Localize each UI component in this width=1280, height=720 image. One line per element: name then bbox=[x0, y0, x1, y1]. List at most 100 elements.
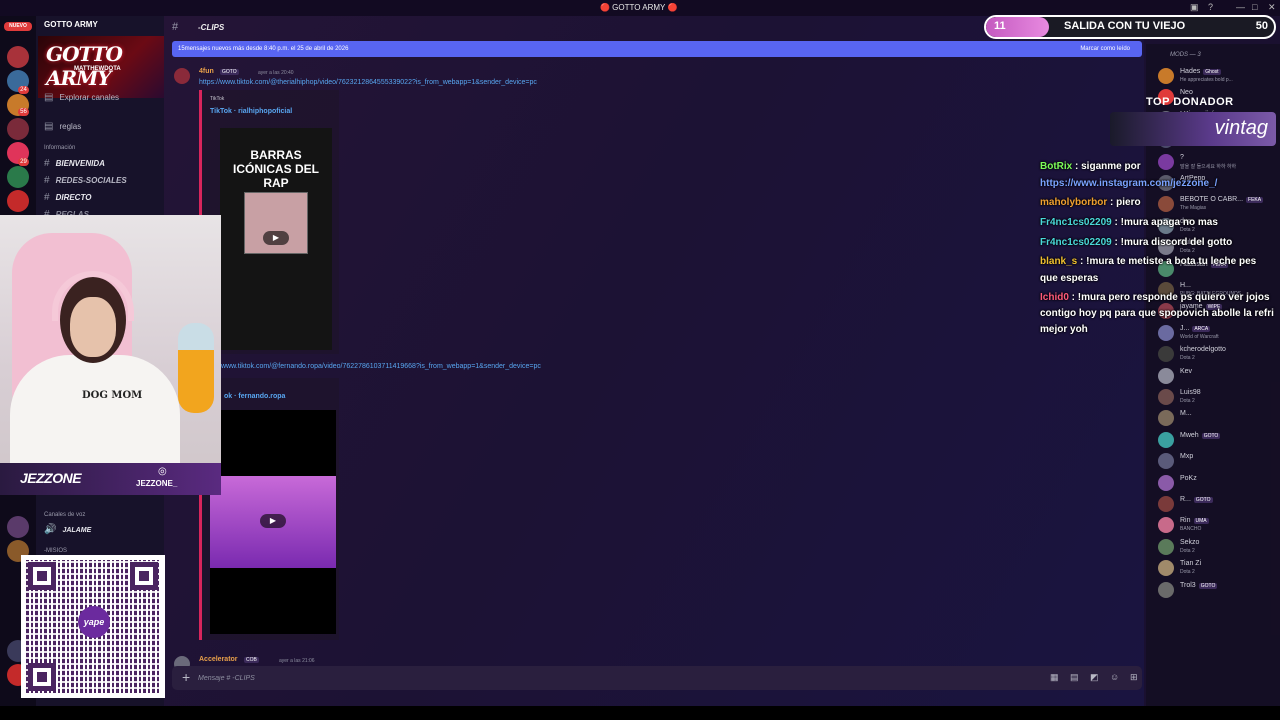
video-thumbnail[interactable]: BARRAS ICÓNICAS DEL RAP ▶ bbox=[220, 128, 332, 350]
member-item[interactable]: Hades Ghost He appreciates bold p... bbox=[1146, 66, 1280, 86]
member-badge: ARCA bbox=[1192, 325, 1211, 332]
embed-title[interactable]: TikTok · rialhiphopoficial bbox=[210, 108, 292, 115]
speaker-icon: 🔊 bbox=[44, 524, 57, 535]
overlay-chat-text: contigo hoy pq para que spopovich abolle… bbox=[1040, 308, 1274, 319]
window-title: 🔴 GOTTO ARMY 🔴 bbox=[600, 3, 678, 12]
member-name-row: Mweh GOTO bbox=[1180, 431, 1221, 439]
channel-label: DIRECTO bbox=[55, 193, 92, 202]
member-name: Rin bbox=[1180, 517, 1191, 525]
server-icon[interactable] bbox=[7, 166, 29, 188]
gif-icon[interactable]: ▤ bbox=[1070, 672, 1079, 683]
member-name: PoKz bbox=[1180, 474, 1197, 482]
overlay-chat-user: Fr4nc1cs02209 bbox=[1040, 237, 1112, 248]
embed-provider: TikTok bbox=[210, 96, 225, 102]
maximize-icon[interactable]: □ bbox=[1252, 2, 1257, 12]
emoji-icon[interactable]: ☺ bbox=[1110, 672, 1119, 682]
avatar bbox=[1158, 453, 1174, 470]
goal-current: 11 bbox=[994, 20, 1006, 32]
member-status: The Magias bbox=[1180, 205, 1207, 212]
member-item[interactable]: Rin UMA BANCHO bbox=[1146, 515, 1280, 535]
overlay-chat-line: Ichid0 : !mura pero responde ps quiero v… bbox=[1040, 292, 1270, 303]
member-status: He appreciates bold p... bbox=[1180, 77, 1233, 83]
inbox-icon[interactable]: ▣ bbox=[1190, 2, 1199, 13]
server-icon[interactable] bbox=[7, 190, 29, 212]
qr-finder bbox=[28, 562, 56, 590]
member-name: Mxp bbox=[1180, 453, 1194, 461]
help-icon[interactable]: ? bbox=[1208, 2, 1213, 12]
avatar bbox=[1158, 367, 1174, 384]
qr-finder bbox=[28, 663, 56, 691]
member-item[interactable]: J... ARCA World of Warcraft bbox=[1146, 323, 1280, 343]
member-item[interactable]: R... GOTO bbox=[1146, 494, 1280, 514]
overlay-chat-user: BotRix bbox=[1040, 161, 1073, 172]
category-voice[interactable]: Canales de voz bbox=[44, 512, 85, 518]
member-item[interactable]: M... bbox=[1146, 408, 1280, 428]
member-name-row: BEBOTE O CABR... FEKA bbox=[1180, 196, 1264, 204]
avatar bbox=[1158, 389, 1174, 405]
play-icon[interactable]: ▶ bbox=[263, 231, 289, 245]
voice-channel-jalame[interactable]: 🔊 JALAME bbox=[44, 524, 91, 535]
embed-title[interactable]: ok · fernando.ropa bbox=[224, 393, 285, 400]
member-item[interactable]: Mweh GOTO bbox=[1146, 430, 1280, 450]
overlay-chat-line: Fr4nc1cs02209 : !mura discord del gotto bbox=[1040, 237, 1232, 248]
member-name-row: Luis98 bbox=[1180, 389, 1201, 396]
streamer-name: JEZZONE bbox=[20, 470, 82, 486]
member-badge: GOTO bbox=[1198, 582, 1218, 589]
server-icon[interactable] bbox=[7, 118, 29, 140]
mark-read-button[interactable]: Marcar como leído bbox=[1080, 46, 1130, 52]
avatar[interactable] bbox=[174, 68, 190, 84]
server-name[interactable]: GOTTO ARMY bbox=[44, 20, 98, 29]
member-item[interactable]: ? 말을 잘 들으세요 하하 하하 bbox=[1146, 152, 1280, 172]
category-info[interactable]: Información bbox=[44, 145, 75, 151]
overlay-chat-line: mejor yoh bbox=[1040, 324, 1088, 335]
channel-label: reglas bbox=[59, 122, 82, 131]
server-icon[interactable] bbox=[7, 46, 29, 68]
instagram-handle: JEZZONE_ bbox=[136, 479, 178, 488]
member-item[interactable]: Kev bbox=[1146, 366, 1280, 386]
member-item[interactable]: kcherodelgotto Dota 2 bbox=[1146, 344, 1280, 364]
minimize-icon[interactable]: — bbox=[1236, 2, 1245, 12]
channel-redes-sociales[interactable]: # REDES-SOCIALES bbox=[44, 175, 127, 186]
member-item[interactable]: Luis98 Dota 2 bbox=[1146, 387, 1280, 407]
member-item[interactable]: PoKz bbox=[1146, 473, 1280, 493]
message-input[interactable] bbox=[198, 670, 1018, 686]
explore-icon: ▤ bbox=[44, 92, 54, 103]
channel-reglas[interactable]: ▤ reglas bbox=[44, 121, 81, 132]
category-misios[interactable]: -MISIOS bbox=[44, 548, 67, 554]
overlay-chat-line: que esperas bbox=[1040, 273, 1098, 284]
message-author[interactable]: 4fun bbox=[199, 68, 214, 75]
member-item[interactable]: BEBOTE O CABR... FEKA The Magias bbox=[1146, 194, 1280, 214]
avatar bbox=[1158, 431, 1174, 448]
video-thumbnail[interactable]: ▶ bbox=[210, 410, 336, 634]
close-icon[interactable]: ✕ bbox=[1268, 2, 1276, 13]
new-messages-bar[interactable]: 15mensajes nuevos más desde 8:40 p.m. el… bbox=[172, 41, 1142, 57]
member-item[interactable]: Sekzo Dota 2 bbox=[1146, 537, 1280, 557]
member-name-row: Mxp bbox=[1180, 453, 1193, 460]
avatar bbox=[1158, 324, 1174, 341]
member-status: World of Warcraft bbox=[1180, 333, 1219, 340]
server-icon[interactable] bbox=[7, 516, 29, 538]
apps-icon[interactable]: ⊞ bbox=[1130, 672, 1138, 683]
member-item[interactable]: Tian Zi Dota 2 bbox=[1146, 558, 1280, 578]
channel-label: JALAME bbox=[62, 527, 92, 534]
message-author[interactable]: Accelerator bbox=[199, 656, 238, 663]
streamer-nameplate: JEZZONE ◎ JEZZONE_ bbox=[0, 463, 221, 495]
play-icon[interactable]: ▶ bbox=[260, 514, 286, 528]
member-name-row: PoKz bbox=[1180, 475, 1197, 482]
member-name: Mweh bbox=[1180, 431, 1199, 439]
message-link[interactable]: www.tiktok.com/@fernando.ropa/video/7622… bbox=[221, 363, 541, 370]
channel-bienvenida[interactable]: # BIENVENIDA bbox=[44, 158, 105, 169]
message-link[interactable]: https://www.tiktok.com/@therialhiphop/vi… bbox=[199, 79, 537, 86]
gift-icon[interactable]: ▦ bbox=[1050, 672, 1059, 683]
yape-logo: yape bbox=[78, 606, 110, 638]
member-badge: GOTO bbox=[1201, 432, 1221, 439]
channel-directo[interactable]: # DIRECTO bbox=[44, 192, 91, 203]
message-time: ayer a las 21:06 bbox=[279, 658, 315, 664]
rules-icon: ▤ bbox=[44, 121, 54, 132]
overlay-chat-line: contigo hoy pq para que spopovich abolle… bbox=[1040, 308, 1274, 319]
member-item[interactable]: Mxp bbox=[1146, 451, 1280, 471]
add-attachment-icon[interactable]: + bbox=[182, 669, 190, 685]
explore-channels[interactable]: ▤ Explorar canales bbox=[44, 92, 119, 103]
sticker-icon[interactable]: ◩ bbox=[1090, 672, 1099, 683]
member-item[interactable]: Trol3 GOTO bbox=[1146, 580, 1280, 600]
